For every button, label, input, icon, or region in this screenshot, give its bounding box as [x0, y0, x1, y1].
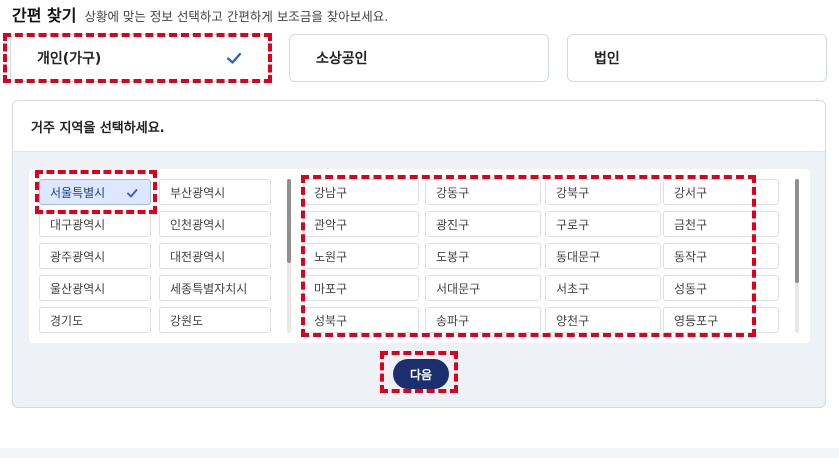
page-header: 간편 찾기 상황에 맞는 정보 선택하고 간편하게 보조금을 찾아보세요. [12, 2, 389, 25]
province-item[interactable]: 강원도 [159, 307, 271, 333]
district-label: 영등포구 [674, 313, 719, 328]
district-item[interactable]: 동작구 [663, 243, 779, 269]
check-icon [226, 52, 242, 64]
province-label: 광주광역시 [50, 249, 106, 264]
district-item[interactable]: 송파구 [425, 307, 541, 333]
district-label: 동대문구 [556, 249, 601, 264]
next-button[interactable]: 다음 [393, 359, 449, 389]
district-label: 마포구 [314, 281, 348, 296]
district-label: 금천구 [674, 217, 708, 232]
province-label: 인천광역시 [170, 217, 226, 232]
province-scrollbar[interactable] [287, 179, 291, 333]
district-item[interactable]: 금천구 [663, 211, 779, 237]
province-label: 대구광역시 [50, 217, 106, 232]
page-title: 간편 찾기 [12, 6, 77, 25]
region-list-box: 서울특별시 대구광역시 광주광역시 울산광역시 경기도 부산광역시 인천광역시 … [29, 169, 810, 343]
category-card-individual[interactable]: 개인(가구) [10, 34, 270, 82]
province-label: 세종특별자치시 [170, 281, 248, 296]
page-subtitle: 상황에 맞는 정보 선택하고 간편하게 보조금을 찾아보세요. [84, 9, 389, 24]
province-item[interactable]: 세종특별자치시 [159, 275, 271, 301]
district-label: 강남구 [314, 185, 348, 200]
district-item[interactable]: 서대문구 [425, 275, 541, 301]
district-item[interactable]: 구로구 [545, 211, 661, 237]
province-item-seoul[interactable]: 서울특별시 [39, 179, 151, 205]
district-label: 송파구 [436, 313, 470, 328]
category-label: 개인(가구) [37, 51, 102, 67]
district-label: 강동구 [436, 185, 470, 200]
province-item[interactable]: 인천광역시 [159, 211, 271, 237]
province-label: 대전광역시 [170, 249, 226, 264]
province-label: 울산광역시 [50, 281, 106, 296]
district-item[interactable]: 영등포구 [663, 307, 779, 333]
province-label: 서울특별시 [50, 185, 106, 200]
district-item[interactable]: 노원구 [303, 243, 419, 269]
district-label: 광진구 [436, 217, 470, 232]
district-item[interactable]: 강북구 [545, 179, 661, 205]
district-scrollbar[interactable] [795, 179, 799, 333]
category-label: 소상공인 [316, 51, 368, 67]
district-label: 성동구 [674, 281, 708, 296]
category-card-corporation[interactable]: 법인 [567, 34, 827, 82]
region-heading: 거주 지역을 선택하세요. [13, 101, 825, 152]
district-item[interactable]: 양천구 [545, 307, 661, 333]
district-label: 양천구 [556, 313, 590, 328]
district-label: 강서구 [674, 185, 708, 200]
province-item[interactable]: 울산광역시 [39, 275, 151, 301]
district-label: 동작구 [674, 249, 708, 264]
district-item[interactable]: 강서구 [663, 179, 779, 205]
province-item[interactable]: 대구광역시 [39, 211, 151, 237]
province-scrollbar-thumb[interactable] [287, 179, 291, 263]
district-scrollbar-thumb[interactable] [795, 179, 799, 283]
province-item[interactable]: 부산광역시 [159, 179, 271, 205]
district-item[interactable]: 강남구 [303, 179, 419, 205]
district-item[interactable]: 마포구 [303, 275, 419, 301]
district-item[interactable]: 동대문구 [545, 243, 661, 269]
check-icon [127, 189, 138, 198]
district-item[interactable]: 서초구 [545, 275, 661, 301]
district-label: 도봉구 [436, 249, 470, 264]
district-label: 관악구 [314, 217, 348, 232]
region-panel: 거주 지역을 선택하세요. 서울특별시 대구광역시 광주광역시 울산광역시 경기… [12, 100, 826, 408]
province-item[interactable]: 대전광역시 [159, 243, 271, 269]
district-item[interactable]: 도봉구 [425, 243, 541, 269]
district-item[interactable]: 강동구 [425, 179, 541, 205]
category-card-small-business[interactable]: 소상공인 [289, 34, 549, 82]
district-label: 서대문구 [436, 281, 481, 296]
province-label: 강원도 [170, 313, 204, 328]
district-label: 구로구 [556, 217, 590, 232]
district-item[interactable]: 관악구 [303, 211, 419, 237]
district-item[interactable]: 광진구 [425, 211, 541, 237]
district-label: 서초구 [556, 281, 590, 296]
province-item[interactable]: 경기도 [39, 307, 151, 333]
district-label: 노원구 [314, 249, 348, 264]
province-label: 경기도 [50, 313, 84, 328]
province-label: 부산광역시 [170, 185, 226, 200]
footer-band [0, 448, 839, 458]
district-label: 강북구 [556, 185, 590, 200]
province-item[interactable]: 광주광역시 [39, 243, 151, 269]
district-item[interactable]: 성북구 [303, 307, 419, 333]
category-label: 법인 [594, 51, 620, 67]
district-label: 성북구 [314, 313, 348, 328]
district-item[interactable]: 성동구 [663, 275, 779, 301]
